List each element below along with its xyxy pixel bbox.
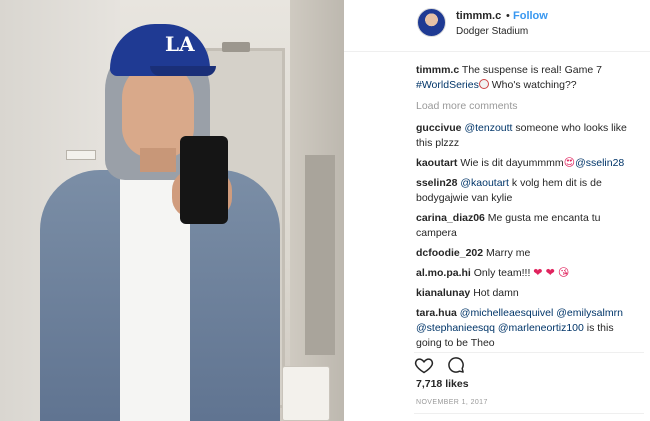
comment-text: Marry me: [483, 247, 531, 259]
wall-cabinet: [305, 155, 335, 355]
mention-link[interactable]: @michelleaesquivel: [460, 307, 554, 319]
comment-username[interactable]: al.mo.pa.hi: [416, 267, 471, 279]
comment-row: al.mo.pa.hi Only team!!! ❤ ❤ 😘: [416, 266, 642, 281]
avatar[interactable]: [417, 8, 446, 37]
neck: [140, 148, 176, 172]
comment-text: Wie is dit dayummmm: [457, 157, 564, 169]
follow-button[interactable]: Follow: [513, 10, 548, 22]
red-heart-icon: ❤: [545, 267, 558, 279]
comment-row: guccivue @tenzoutt someone who looks lik…: [416, 121, 642, 151]
separator-dot: •: [506, 10, 510, 22]
comment-username[interactable]: tara.hua: [416, 307, 457, 319]
mention-link[interactable]: @kaoutart: [460, 177, 509, 189]
kiss-emoji-icon: 😘: [557, 267, 570, 279]
divider: [414, 413, 644, 414]
cap-brim: [150, 66, 216, 76]
post-info-panel: timmm.c • Follow Dodger Stadium timmm.c …: [344, 0, 650, 421]
caption-username[interactable]: timmm.c: [416, 64, 459, 76]
comment-row: kaoutart Wie is dit dayummmm😍@sselin28: [416, 156, 642, 171]
comment-username[interactable]: sselin28: [416, 177, 457, 189]
comment-username[interactable]: dcfoodie_202: [416, 247, 483, 259]
mention-link[interactable]: @emilysalmrn: [556, 307, 623, 319]
post-header: timmm.c • Follow Dodger Stadium: [344, 0, 650, 52]
post-actions: [414, 352, 644, 376]
caption: timmm.c The suspense is real! Game 7 #Wor…: [416, 63, 642, 93]
heart-outline-icon[interactable]: [414, 355, 434, 375]
trash-bin: [282, 366, 330, 421]
post-date[interactable]: NOVEMBER 1, 2017: [416, 399, 488, 406]
comment-text: Hot damn: [470, 287, 519, 299]
comment-row: carina_diaz06 Me gusta me encanta tu cam…: [416, 211, 642, 241]
mention-link[interactable]: @sselin28: [575, 157, 624, 169]
comment-list: guccivue @tenzoutt someone who looks lik…: [416, 121, 642, 351]
caption-text-end: Who's watching??: [488, 79, 577, 91]
mention-link[interactable]: @tenzoutt: [464, 122, 512, 134]
comment-username[interactable]: kaoutart: [416, 157, 457, 169]
heart-eyes-emoji-icon: 😍: [563, 157, 576, 169]
comments-section: timmm.c The suspense is real! Game 7 #Wor…: [416, 63, 642, 356]
mention-link[interactable]: @stephanieesqq: [416, 322, 495, 334]
comment-username[interactable]: carina_diaz06: [416, 212, 485, 224]
like-count[interactable]: 7,718 likes: [416, 378, 469, 390]
comment-row: kianalunay Hot damn: [416, 286, 642, 301]
comment-username[interactable]: guccivue: [416, 122, 462, 134]
door-hinge: [222, 42, 250, 52]
comment-text: Only team!!!: [470, 267, 534, 279]
cap-logo: LA: [165, 32, 195, 56]
comment-row: sselin28 @kaoutart k volg hem dit is de …: [416, 176, 642, 206]
comment-row: dcfoodie_202 Marry me: [416, 246, 642, 261]
comment-username[interactable]: kianalunay: [416, 287, 470, 299]
caption-text: The suspense is real! Game 7: [459, 64, 602, 76]
comment-row: tara.hua @michelleaesquivel @emilysalmrn…: [416, 306, 642, 351]
hashtag-link[interactable]: #WorldSeries: [416, 79, 479, 91]
person-figure: [40, 150, 280, 421]
header-username[interactable]: timmm.c: [456, 10, 501, 22]
location-link[interactable]: Dodger Stadium: [456, 26, 528, 37]
smartphone: [180, 136, 228, 224]
baseball-emoji-icon: [478, 79, 489, 89]
post-photo[interactable]: LA: [0, 0, 344, 421]
speech-bubble-icon[interactable]: [446, 355, 466, 375]
red-heart-icon: ❤: [533, 267, 546, 279]
load-more-comments-button[interactable]: Load more comments: [416, 99, 642, 114]
mention-link[interactable]: @marleneortiz100: [498, 322, 584, 334]
